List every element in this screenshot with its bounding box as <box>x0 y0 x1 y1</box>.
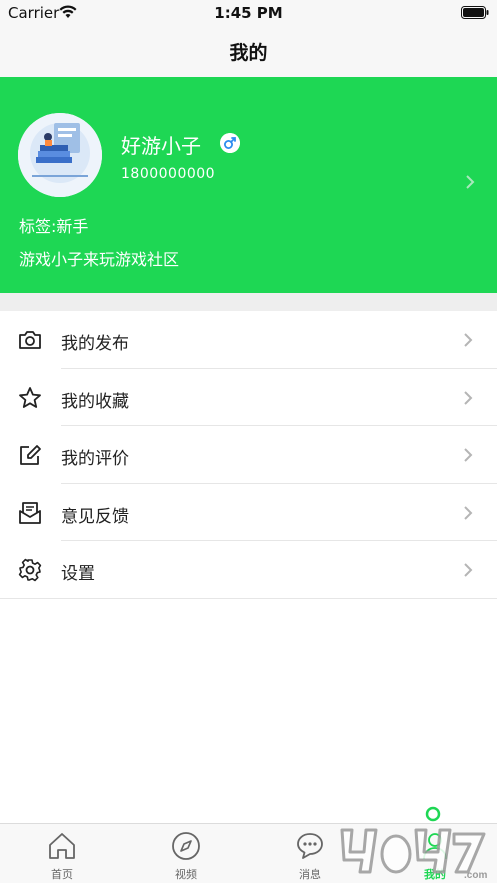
profile-card[interactable]: 好游小子 1800000000 标签:新手 游戏小子来玩游戏社区 <box>0 77 497 293</box>
menu-item-label: 我的收藏 <box>61 391 129 412</box>
chevron-right-icon <box>464 333 473 347</box>
menu-list: 我的发布 我的收藏 我的评价 意见反馈 设置 <box>0 311 497 599</box>
avatar[interactable] <box>18 113 102 197</box>
clock: 1:45 PM <box>214 4 283 22</box>
camera-icon <box>19 331 41 349</box>
mail-icon <box>19 501 41 524</box>
menu-item-settings[interactable]: 设置 <box>0 541 497 599</box>
chevron-right-icon <box>466 175 475 189</box>
username: 好游小子 <box>121 134 201 158</box>
star-icon <box>19 386 41 408</box>
menu-item-label: 设置 <box>61 564 95 585</box>
menu-item-favorites[interactable]: 我的收藏 <box>0 368 497 427</box>
menu-item-label: 我的发布 <box>61 334 129 354</box>
divider <box>0 597 497 599</box>
menu-item-feedback[interactable]: 意见反馈 <box>0 483 497 542</box>
chevron-right-icon <box>464 390 473 405</box>
chevron-right-icon <box>464 506 473 520</box>
chevron-right-icon <box>464 448 473 462</box>
home-icon <box>49 833 75 859</box>
tab-label: 视频 <box>175 868 197 881</box>
user-tag: 标签:新手 <box>19 217 89 236</box>
menu-item-label: 意见反馈 <box>61 506 129 527</box>
page-title: 我的 <box>229 42 268 64</box>
chat-icon <box>297 833 323 859</box>
compass-icon <box>172 832 200 860</box>
user-motto: 游戏小子来玩游戏社区 <box>19 250 180 269</box>
tab-label: 首页 <box>51 868 73 881</box>
nav-bar: 我的 <box>0 26 497 77</box>
phone-number: 1800000000 <box>121 166 216 182</box>
avatar-illustration <box>18 113 102 197</box>
battery-icon <box>461 6 489 19</box>
tab-video[interactable]: 视频 <box>124 824 248 883</box>
svg-text:.com: .com <box>464 870 487 880</box>
tab-home[interactable]: 首页 <box>0 824 124 883</box>
status-bar: Carrier 1:45 PM <box>0 0 497 26</box>
edit-icon <box>20 445 41 466</box>
male-icon <box>220 133 240 153</box>
menu-item-reviews[interactable]: 我的评价 <box>0 426 497 484</box>
watermark-logo: .com <box>340 806 487 880</box>
menu-item-my-posts[interactable]: 我的发布 <box>0 311 497 369</box>
gear-icon <box>18 559 42 582</box>
section-separator <box>0 293 497 311</box>
menu-item-label: 我的评价 <box>61 449 129 470</box>
chevron-right-icon <box>464 563 473 578</box>
